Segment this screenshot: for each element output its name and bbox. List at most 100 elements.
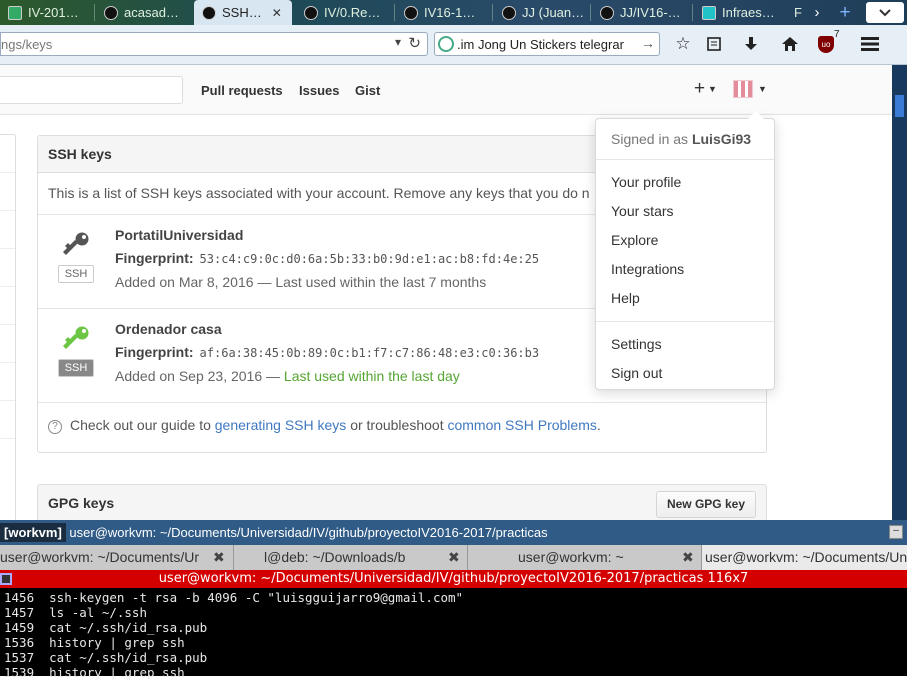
menu-item-settings[interactable]: Settings bbox=[596, 330, 774, 359]
nav-issues[interactable]: Issues bbox=[299, 83, 339, 98]
sidebar-item[interactable] bbox=[0, 325, 15, 363]
browser-tab[interactable]: IV16-1… bbox=[396, 0, 492, 25]
sidebar-item[interactable] bbox=[0, 249, 15, 287]
terminal-line: 1456 ssh-keygen -t rsa -b 4096 -C "luisg… bbox=[4, 590, 464, 605]
browser-tab-active[interactable]: SSH… ✕ bbox=[194, 0, 292, 25]
tab-separator bbox=[394, 4, 395, 21]
terminal-line: 1459 cat ~/.ssh/id_rsa.pub bbox=[4, 620, 208, 635]
github-page: Pull requests Issues Gist + ▼ ▼ SSH keys… bbox=[0, 65, 892, 520]
sidebar-item[interactable] bbox=[0, 173, 15, 211]
github-icon bbox=[600, 5, 614, 20]
close-tab-icon[interactable]: ✖ bbox=[213, 549, 225, 566]
terminal-tab[interactable]: user@workvm: ~ bbox=[468, 545, 702, 570]
tab-label: F bbox=[794, 5, 802, 20]
terminal-window: [workvm] user@workvm: ~/Documents/Univer… bbox=[0, 520, 907, 680]
tab-label: IV16-1… bbox=[424, 5, 476, 20]
chevron-down-icon[interactable]: ▼ bbox=[758, 84, 767, 94]
browser-tab[interactable]: JJ (Juan… bbox=[494, 0, 590, 25]
close-tab-icon[interactable]: ✖ bbox=[682, 549, 694, 566]
sidebar-item[interactable] bbox=[0, 287, 15, 325]
github-icon bbox=[502, 5, 516, 20]
menu-item-integrations[interactable]: Integrations bbox=[596, 255, 774, 284]
tab-label: JJ (Juan… bbox=[522, 5, 585, 20]
search-go-icon[interactable]: → bbox=[641, 35, 655, 51]
url-bar[interactable]: ngs/keys ▾ ↻ bbox=[0, 32, 428, 56]
github-icon bbox=[202, 5, 216, 20]
terminal-tab-active[interactable]: user@workvm: ~/Documents/Un bbox=[702, 545, 907, 570]
create-new-icon[interactable]: + bbox=[694, 78, 705, 100]
terminal-line: 1539 history | grep ssh bbox=[4, 665, 185, 680]
tab-scroll-right-icon[interactable]: › bbox=[808, 0, 826, 25]
key-icon bbox=[63, 326, 89, 349]
sidebar-item[interactable] bbox=[0, 211, 15, 249]
key-added: Added on Sep 23, 2016 — Last used within… bbox=[115, 368, 460, 384]
terminal-tab[interactable]: user@workvm: ~/Documents/Ur bbox=[0, 545, 234, 570]
tab-label: Infraes… bbox=[722, 5, 775, 20]
browser-navbar: ngs/keys ▾ ↻ .im Jong Un Stickers telegr… bbox=[0, 25, 907, 65]
nav-pull-requests[interactable]: Pull requests bbox=[201, 83, 283, 98]
key-title: Ordenador casa bbox=[115, 321, 222, 337]
menu-item-help[interactable]: Help bbox=[596, 284, 774, 313]
history-dropdown-icon[interactable]: ▾ bbox=[395, 35, 401, 49]
ssh-problems-link[interactable]: common SSH Problems bbox=[447, 417, 596, 433]
terminal-output[interactable]: 1456 ssh-keygen -t rsa -b 4096 -C "luisg… bbox=[4, 590, 463, 680]
browser-tab[interactable]: JJ/IV16-… bbox=[592, 0, 692, 25]
sidebar-item[interactable] bbox=[0, 135, 15, 173]
close-tab-icon[interactable]: ✕ bbox=[272, 6, 282, 20]
search-engine-icon[interactable] bbox=[438, 36, 454, 52]
hamburger-menu-icon[interactable] bbox=[859, 33, 881, 55]
home-icon[interactable] bbox=[779, 33, 801, 55]
browser-tab[interactable]: acasad… bbox=[96, 0, 192, 25]
bookmarks-icon[interactable] bbox=[703, 33, 725, 55]
ublock-icon[interactable]: uo bbox=[818, 36, 834, 53]
user-dropdown-menu: Signed in as LuisGi93 Your profile Your … bbox=[595, 111, 775, 390]
minimize-icon[interactable]: – bbox=[889, 525, 903, 539]
sidebar-item[interactable] bbox=[0, 401, 15, 439]
terminal-status-bar: user@workvm: ~/Documents/Universidad/IV/… bbox=[0, 570, 907, 588]
terminal-tab-bar: user@workvm: ~/Documents/Ur l@deb: ~/Dow… bbox=[0, 545, 907, 570]
generating-ssh-keys-link[interactable]: generating SSH keys bbox=[215, 417, 347, 433]
all-tabs-icon[interactable] bbox=[866, 2, 904, 23]
terminal-icon bbox=[0, 573, 12, 585]
ublock-count: 7 bbox=[834, 29, 840, 40]
close-tab-icon[interactable]: ✖ bbox=[448, 549, 460, 566]
github-icon bbox=[404, 5, 418, 20]
reload-icon[interactable]: ↻ bbox=[408, 34, 421, 52]
terminal-line: 1536 history | grep ssh bbox=[4, 635, 185, 650]
github-icon bbox=[304, 5, 318, 20]
browser-tab[interactable]: IV/0.Re… bbox=[296, 0, 394, 25]
browser-tab[interactable]: IV-201… bbox=[0, 0, 92, 25]
terminal-tab[interactable]: l@deb: ~/Downloads/b bbox=[234, 545, 468, 570]
bookmark-star-icon[interactable]: ☆ bbox=[672, 33, 694, 55]
menu-item-explore[interactable]: Explore bbox=[596, 226, 774, 255]
panel-title: GPG keys bbox=[48, 495, 115, 511]
scrollbar-thumb[interactable] bbox=[895, 95, 904, 117]
key-fingerprint: Fingerprint: af:6a:38:45:0b:89:0c:b1:f7:c… bbox=[115, 344, 540, 360]
key-added: Added on Mar 8, 2016 — Last used within … bbox=[115, 274, 487, 290]
nav-gist[interactable]: Gist bbox=[355, 83, 380, 98]
github-header: Pull requests Issues Gist + ▼ ▼ bbox=[0, 65, 892, 115]
tab-label: JJ/IV16-… bbox=[620, 5, 681, 20]
divider bbox=[596, 159, 774, 160]
downloads-icon[interactable] bbox=[740, 33, 762, 55]
menu-item-your-stars[interactable]: Your stars bbox=[596, 197, 774, 226]
url-text: ngs/keys bbox=[1, 37, 53, 52]
divider bbox=[596, 321, 774, 322]
chevron-down-icon[interactable]: ▼ bbox=[708, 84, 717, 94]
browser-tab[interactable]: Infraes… bbox=[694, 0, 790, 25]
page-icon bbox=[702, 5, 716, 20]
search-bar[interactable]: .im Jong Un Stickers telegrar → bbox=[434, 32, 660, 56]
new-tab-icon[interactable]: + bbox=[834, 0, 856, 25]
gpg-keys-panel: GPG keys New GPG key bbox=[37, 484, 767, 520]
github-search-input[interactable] bbox=[0, 76, 183, 104]
avatar[interactable] bbox=[733, 80, 753, 98]
menu-item-sign-out[interactable]: Sign out bbox=[596, 359, 774, 388]
tab-separator bbox=[94, 4, 95, 21]
key-fingerprint: Fingerprint: 53:c4:c9:0c:d0:6a:5b:33:b0:9… bbox=[115, 250, 540, 266]
browser-tab-strip: IV-201… acasad… SSH… ✕ IV/0.Re… IV16-1… … bbox=[0, 0, 907, 25]
new-gpg-key-button[interactable]: New GPG key bbox=[655, 491, 756, 518]
sidebar-item[interactable] bbox=[0, 363, 15, 401]
tab-label: IV/0.Re… bbox=[324, 5, 381, 20]
menu-item-your-profile[interactable]: Your profile bbox=[596, 168, 774, 197]
browser-tab[interactable]: F bbox=[792, 0, 808, 25]
